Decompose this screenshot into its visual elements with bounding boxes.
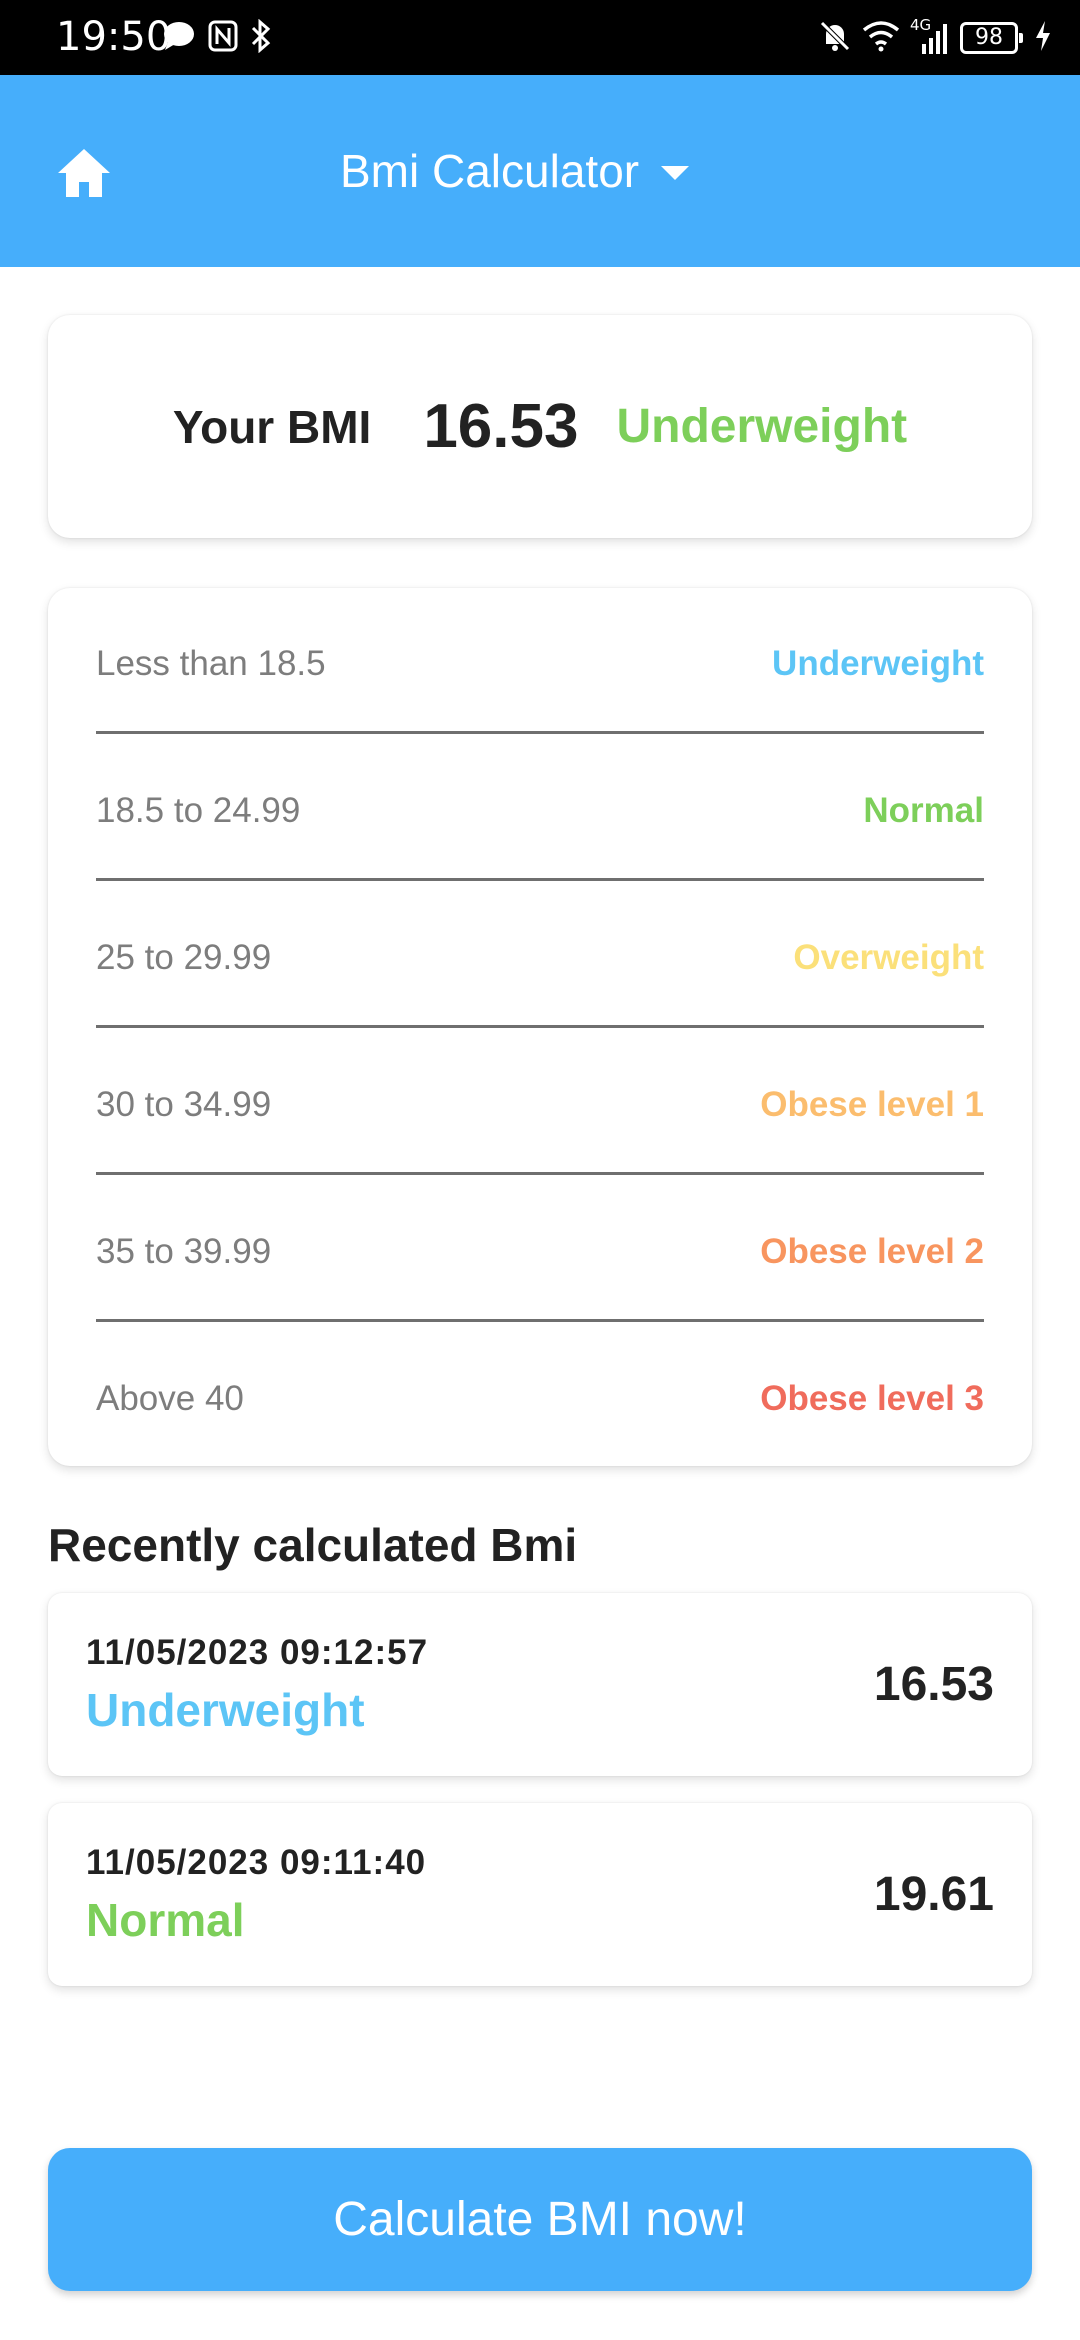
range-category: Underweight (772, 644, 984, 683)
range-row: 30 to 34.99 Obese level 1 (96, 1056, 984, 1154)
divider (96, 731, 984, 734)
range-row: Above 40 Obese level 3 (96, 1350, 984, 1448)
range-category: Obese level 2 (760, 1232, 984, 1271)
signal-icon: 4G (910, 16, 950, 56)
bmi-category: Underweight (616, 400, 908, 453)
nfc-icon (208, 20, 238, 57)
bmi-result-card: Your BMI 16.53 Underweight (48, 315, 1032, 538)
range-value: Less than 18.5 (96, 644, 326, 683)
divider (96, 1319, 984, 1322)
calculator-dropdown[interactable]: Bmi Calculator (340, 139, 690, 203)
divider (96, 1025, 984, 1028)
calculate-bmi-button[interactable]: Calculate BMI now! (48, 2148, 1032, 2291)
status-bar: 19:50 4G 98 (0, 0, 1080, 75)
app-title: Bmi Calculator (340, 145, 640, 197)
range-value: 30 to 34.99 (96, 1085, 272, 1124)
history-title: Recently calculated Bmi (48, 1519, 578, 1571)
divider (96, 878, 984, 881)
history-bmi-value: 19.61 (873, 1868, 994, 1921)
history-bmi-value: 16.53 (873, 1658, 994, 1711)
history-item[interactable]: 11/05/2023 09:12:57 Underweight 16.53 (48, 1593, 1032, 1776)
bmi-value: 16.53 (423, 392, 579, 461)
home-button[interactable] (48, 137, 120, 209)
battery-icon: 98 (960, 22, 1023, 54)
history-category: Normal (86, 1894, 245, 1946)
range-row: 25 to 29.99 Overweight (96, 909, 984, 1007)
history-category: Underweight (86, 1684, 365, 1736)
range-category: Obese level 3 (760, 1379, 984, 1418)
range-category: Obese level 1 (760, 1085, 984, 1124)
range-value: 18.5 to 24.99 (96, 791, 301, 830)
bell-muted-icon (818, 19, 852, 58)
status-right-icons: 4G 98 (818, 16, 1052, 60)
range-value: 35 to 39.99 (96, 1232, 272, 1271)
bmi-label: Your BMI (172, 400, 372, 453)
range-category: Overweight (793, 938, 984, 977)
range-row: 35 to 39.99 Obese level 2 (96, 1203, 984, 1301)
chat-bubble-icon (162, 20, 196, 57)
bluetooth-icon (250, 18, 272, 58)
history-datetime: 11/05/2023 09:11:40 (86, 1843, 427, 1882)
history-item[interactable]: 11/05/2023 09:11:40 Normal 19.61 (48, 1803, 1032, 1986)
range-row: Less than 18.5 Underweight (96, 615, 984, 713)
caret-down-icon (661, 166, 690, 180)
charging-icon (1034, 19, 1052, 58)
history-datetime: 11/05/2023 09:12:57 (86, 1633, 429, 1672)
range-value: 25 to 29.99 (96, 938, 272, 977)
divider (96, 1172, 984, 1175)
app-bar: Bmi Calculator (0, 75, 1080, 267)
range-value: Above 40 (96, 1379, 244, 1418)
bmi-ranges-card: Less than 18.5 Underweight 18.5 to 24.99… (48, 588, 1032, 1466)
status-left-icons (162, 18, 272, 58)
range-category: Normal (863, 791, 984, 830)
wifi-icon (862, 20, 900, 57)
status-time: 19:50 (56, 14, 172, 60)
range-row: 18.5 to 24.99 Normal (96, 762, 984, 860)
home-icon (58, 149, 110, 197)
